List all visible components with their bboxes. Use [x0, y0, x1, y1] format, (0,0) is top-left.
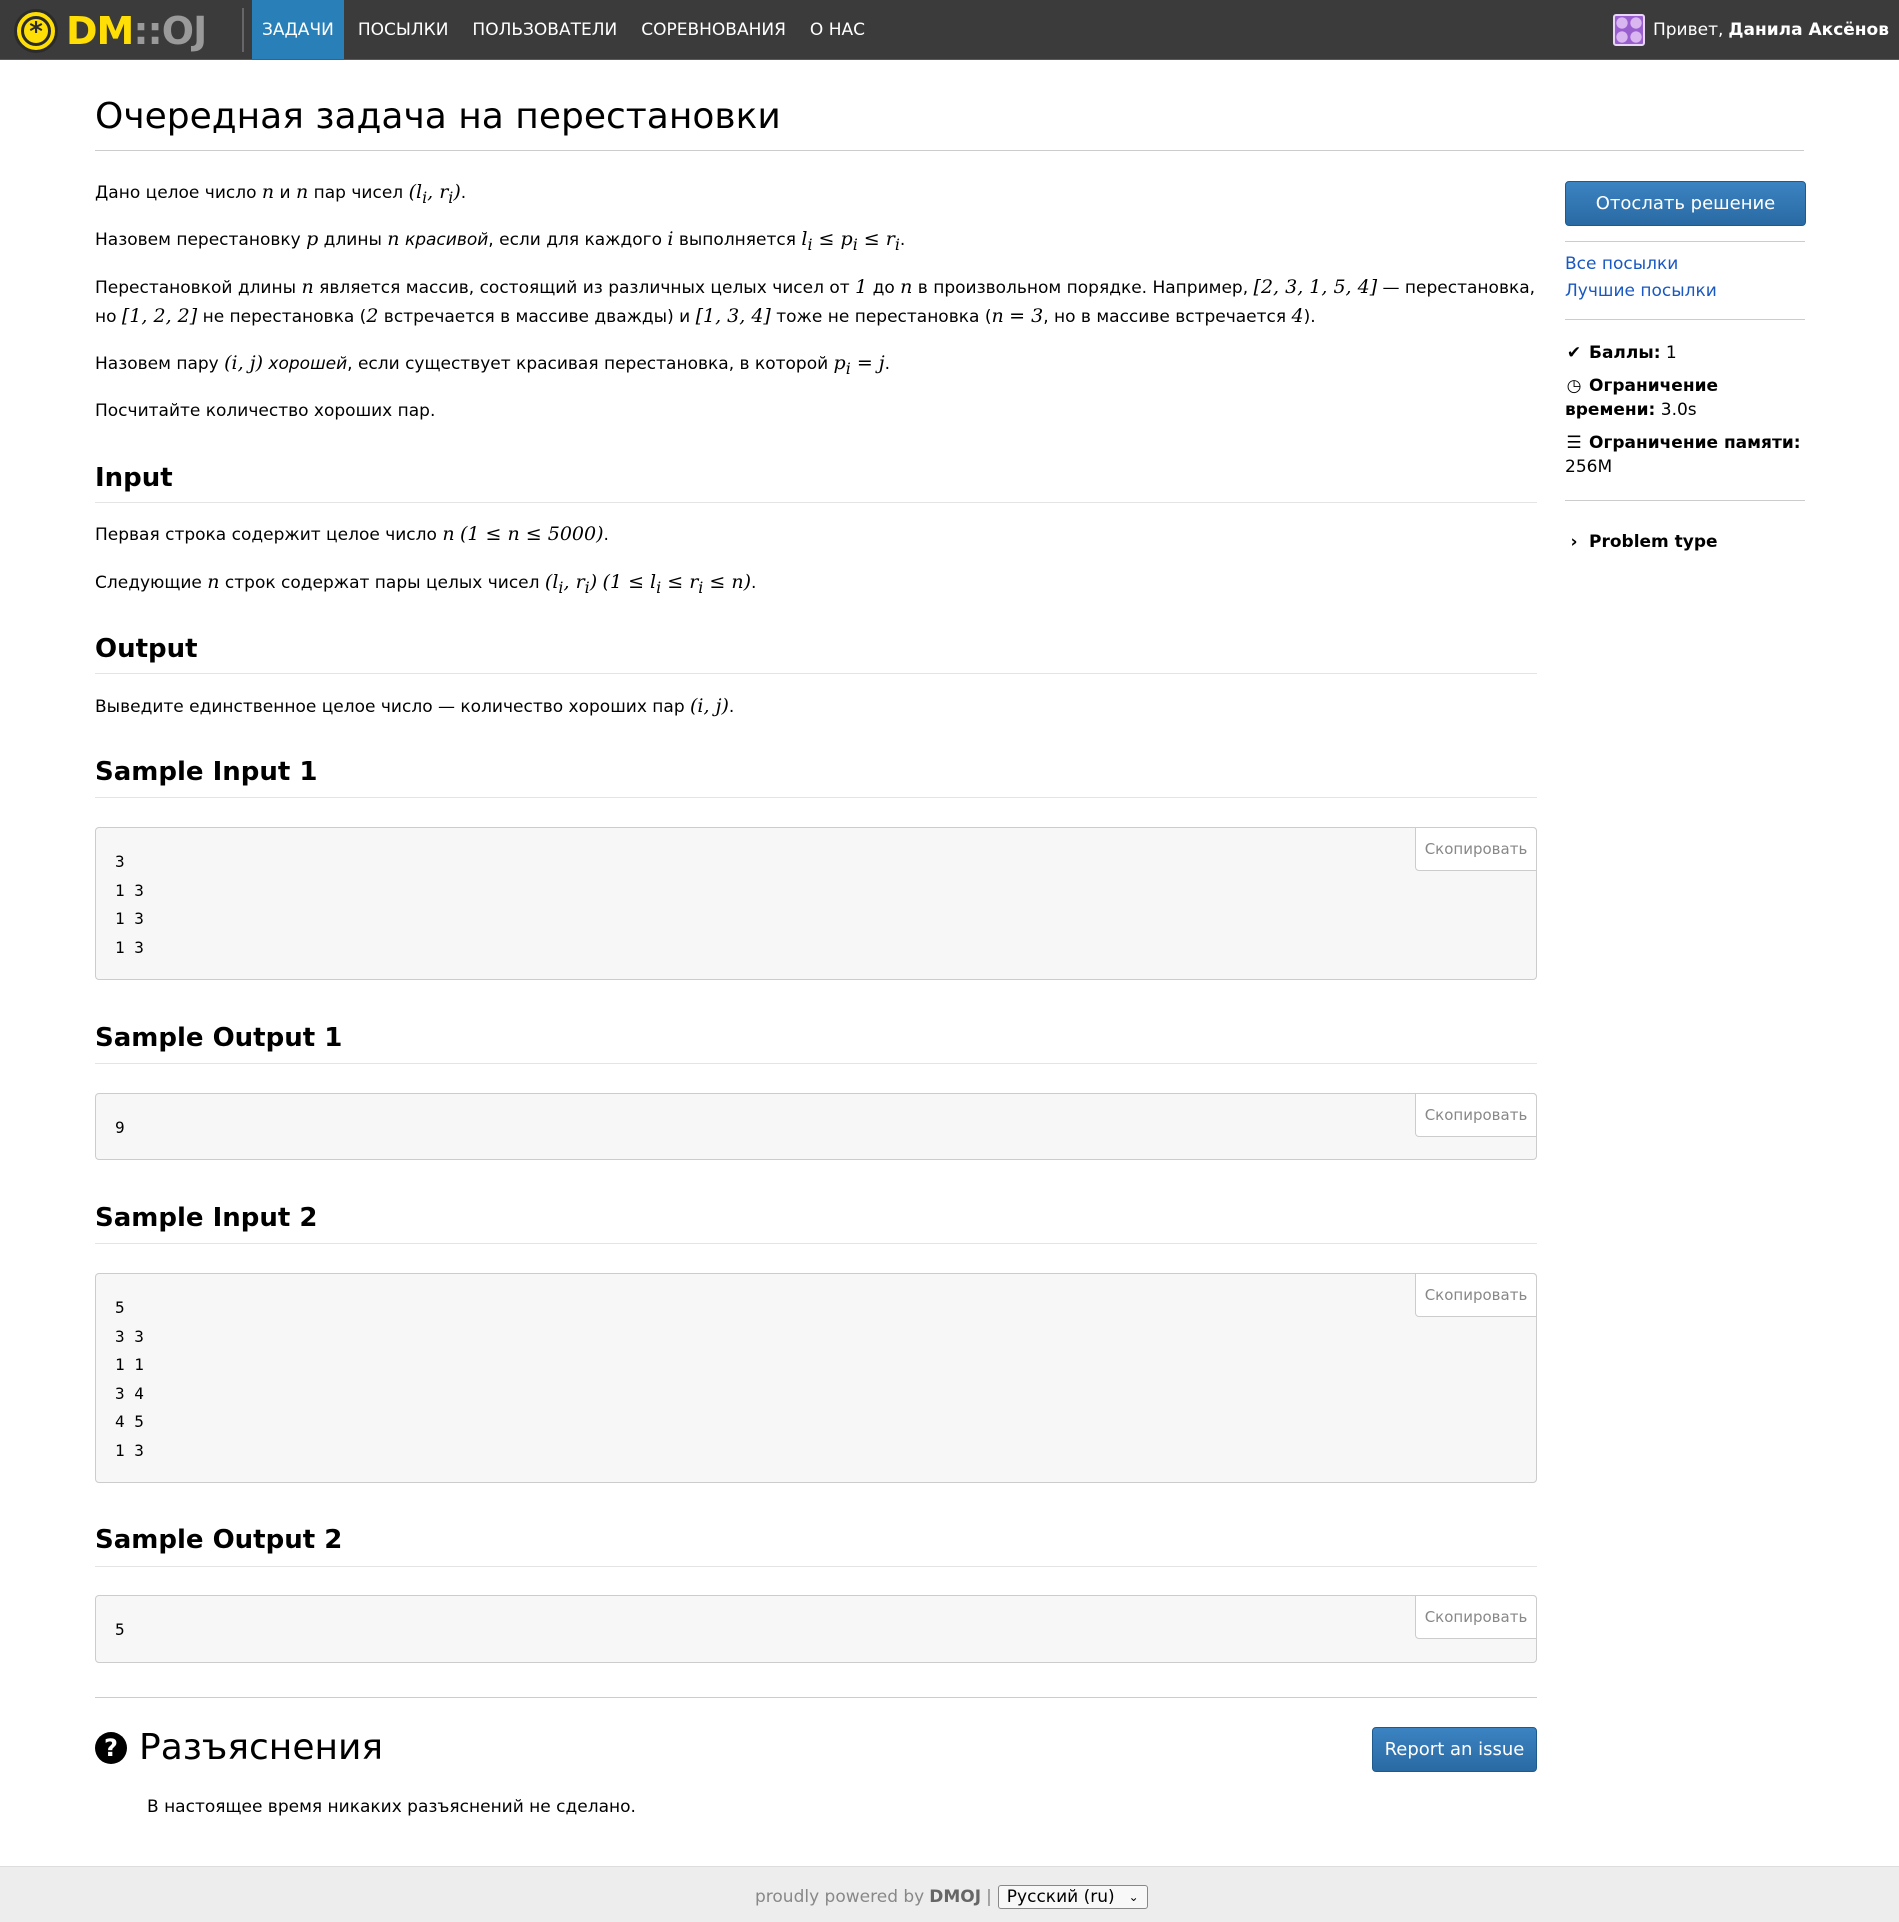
copy-button[interactable]: Скопировать — [1415, 1093, 1537, 1137]
heading-divider — [95, 673, 1537, 674]
sample-line: 1 3 — [115, 937, 144, 957]
greeting-text: Привет, — [1652, 19, 1724, 40]
copy-button[interactable]: Скопировать — [1415, 827, 1537, 871]
report-issue-button[interactable]: Report an issue — [1372, 1727, 1537, 1772]
heading-divider — [95, 502, 1537, 503]
sample-output-1: 9 Скопировать — [95, 1093, 1537, 1160]
clarifications-divider — [95, 1697, 1537, 1698]
input-heading: Input — [95, 463, 173, 493]
clarifications-text: В настоящее время никаких разъяснений не… — [147, 1797, 636, 1817]
logo-dm-text: DM — [66, 9, 134, 53]
sample-heading: Sample Input 2 — [95, 1203, 318, 1233]
sidebar-divider — [1565, 241, 1805, 242]
sidebar-divider — [1565, 500, 1805, 501]
page-title: Очередная задача на перестановки — [95, 96, 781, 137]
heading-divider — [95, 1566, 1537, 1567]
nav-item-submissions[interactable]: Посылки — [348, 0, 459, 59]
points-label: Баллы: — [1589, 343, 1661, 363]
nav-item-about[interactable]: О нас — [800, 0, 875, 59]
nav-menu: Задачи Посылки Пользователи Соревнования… — [252, 0, 879, 59]
nav-item-contests[interactable]: Соревнования — [631, 0, 796, 59]
question-circle-icon: ? — [95, 1731, 127, 1764]
clarifications-heading: ? Разъяснения — [95, 1727, 383, 1768]
nav-divider — [242, 8, 244, 52]
check-icon: ✔ — [1566, 343, 1582, 363]
sample-line: 4 5 — [115, 1412, 144, 1431]
input-paragraph: Первая строка содержит целое число n (1 … — [95, 523, 609, 545]
statement-paragraph: Назовем перестановку p длины n красивой,… — [95, 228, 906, 254]
logo-sep-text: :: — [133, 9, 162, 53]
output-paragraph: Выведите единственное целое число — коли… — [95, 695, 735, 717]
server-icon: ☰ — [1566, 433, 1582, 453]
user-name[interactable]: Данила Аксёнов — [1728, 20, 1889, 40]
nav-item-problems[interactable]: Задачи — [252, 0, 344, 59]
memory-limit-info: ☰ Ограничение памяти: 256M — [1565, 431, 1805, 479]
memory-limit-label: Ограничение памяти: — [1589, 433, 1801, 453]
sample-input-1: 3 1 3 1 3 1 3 Скопировать — [95, 827, 1537, 980]
chevron-down-icon: ⌄ — [1128, 1890, 1139, 1904]
sample-heading: Sample Output 1 — [95, 1023, 343, 1053]
time-limit-info: ◷ Ограничение времени: 3.0s — [1565, 374, 1805, 422]
sample-line: 3 — [115, 852, 125, 871]
statement-paragraph: Дано целое число n и n пар чисел (li, ri… — [95, 181, 467, 207]
sample-line: 1 3 — [115, 909, 144, 928]
top-navbar: * DM::OJ Задачи Посылки Пользователи Сор… — [0, 0, 1899, 60]
language-value: Русский (ru) — [1006, 1887, 1115, 1907]
nav-item-users[interactable]: Пользователи — [462, 0, 627, 59]
user-menu[interactable]: Привет, Данила Аксёнов — [1612, 0, 1889, 59]
heading-divider — [95, 1063, 1537, 1064]
problem-type-toggle[interactable]: › Problem type — [1565, 530, 1805, 554]
heading-divider — [95, 797, 1537, 798]
sample-line: 1 3 — [115, 1440, 144, 1460]
title-divider — [95, 150, 1804, 151]
output-section: Выведите единственное целое число — коли… — [95, 692, 1537, 721]
clock-icon: ◷ — [1566, 376, 1582, 396]
input-paragraph: Следующие n строк содержат пары целых чи… — [95, 571, 757, 597]
logo-oj-text: OJ — [161, 9, 207, 53]
points-value: 1 — [1665, 343, 1677, 363]
points-info: ✔ Баллы: 1 — [1565, 341, 1805, 365]
sample-line: 1 3 — [115, 880, 144, 900]
sample-line: 5 — [115, 1620, 125, 1639]
sample-line: 9 — [115, 1118, 125, 1137]
sample-input-2: 5 3 3 1 1 3 4 4 5 1 3 Скопировать — [95, 1273, 1537, 1483]
footer-separator: | — [986, 1887, 992, 1907]
sample-line: 3 3 — [115, 1326, 144, 1346]
sample-output-2: 5 Скопировать — [95, 1595, 1537, 1663]
copy-button[interactable]: Скопировать — [1415, 1595, 1537, 1639]
clarifications-title: Разъяснения — [139, 1727, 384, 1768]
sample-line: 3 4 — [115, 1383, 144, 1403]
statement-paragraph: Перестановкой длины n является массив, с… — [95, 276, 1536, 327]
output-heading: Output — [95, 634, 198, 664]
heading-divider — [95, 1243, 1537, 1244]
sidebar-divider — [1565, 319, 1805, 320]
statement-paragraph: Назовем пару (i, j) хорошей, если сущест… — [95, 352, 891, 378]
memory-limit-value: 256M — [1565, 457, 1613, 477]
best-submissions-link[interactable]: Лучшие посылки — [1565, 281, 1717, 301]
all-submissions-link[interactable]: Все посылки — [1565, 254, 1678, 274]
footer: proudly powered by DMOJ | Русский (ru) ⌄ — [0, 1866, 1899, 1922]
site-logo[interactable]: * DM::OJ — [14, 9, 207, 53]
chevron-right-icon: › — [1570, 532, 1578, 552]
sample-line: 5 — [115, 1298, 125, 1317]
sample-heading: Sample Output 2 — [95, 1525, 343, 1555]
statement-paragraph: Посчитайте количество хороших пар. — [95, 401, 436, 421]
time-limit-value: 3.0s — [1660, 400, 1697, 420]
copy-button[interactable]: Скопировать — [1415, 1273, 1537, 1317]
submit-solution-button[interactable]: Отослать решение — [1565, 181, 1806, 226]
powered-by-text: proudly powered by — [755, 1887, 925, 1907]
problem-type-label: Problem type — [1589, 532, 1718, 552]
avatar — [1612, 13, 1645, 46]
sample-line: 1 1 — [115, 1355, 144, 1374]
sample-heading: Sample Input 1 — [95, 757, 318, 787]
dmoj-link[interactable]: DMOJ — [929, 1887, 981, 1907]
logo-asterisk-icon: * — [14, 9, 58, 53]
language-select[interactable]: Русский (ru) ⌄ — [997, 1885, 1148, 1909]
